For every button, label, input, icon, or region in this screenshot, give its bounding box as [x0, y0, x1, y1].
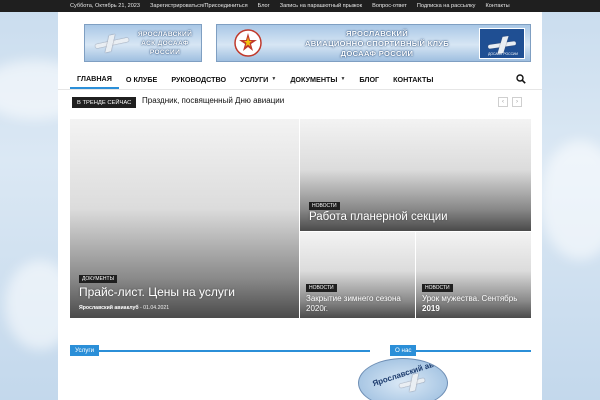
about-club-logo: Ярославский авиа	[358, 358, 448, 400]
featured-post-bottom-left[interactable]: НОВОСТИ Закрытие зимнего сезона 2020г.	[300, 232, 415, 318]
category-badge[interactable]: НОВОСТИ	[306, 284, 337, 292]
topbar-link-register[interactable]: Зарегистрироваться/Присоединиться	[150, 3, 248, 9]
nav-item-leadership[interactable]: РУКОВОДСТВО	[164, 69, 233, 89]
trending-headline[interactable]: Праздник, посвященный Дню авиации	[142, 96, 284, 105]
search-icon[interactable]	[516, 74, 526, 84]
section-title: О нас	[390, 345, 417, 356]
current-date: Суббота, Октябрь 21, 2023	[70, 3, 141, 9]
topbar-link-subscribe[interactable]: Подписка на рассылку	[417, 3, 476, 9]
nav-label: КОНТАКТЫ	[393, 74, 434, 84]
nav-divider	[58, 89, 542, 90]
nav-label: О КЛУБЕ	[125, 74, 158, 84]
nav-label: ДОКУМЕНТЫ	[290, 74, 338, 84]
featured-post-main[interactable]: ДОКУМЕНТЫ Прайс-лист. Цены на услуги Яро…	[70, 119, 299, 318]
nav-item-about[interactable]: О КЛУБЕ	[119, 69, 164, 89]
banner-left-line3: РОССИИ	[149, 49, 181, 56]
club-emblem-text: ДОСААФ РОССИИ	[488, 52, 518, 56]
logo-banner-left[interactable]: ЯРОСЛАВСКИЙ АСК ДОСААФ РОССИИ	[84, 24, 202, 62]
dosaaf-emblem-icon	[234, 29, 262, 57]
category-badge[interactable]: НОВОСТИ	[309, 202, 340, 210]
post-title[interactable]: Урок мужества. Сентябрь 2019	[422, 294, 517, 314]
banner-right-line1: ЯРОСЛАВСКИЙ	[346, 29, 408, 38]
chevron-down-icon: ▼	[340, 76, 346, 82]
banner-left-line2: АСК ДОСААФ	[141, 40, 189, 47]
section-header-about: О нас	[390, 339, 531, 356]
main-nav: ГЛАВНАЯ О КЛУБЕ РУКОВОДСТВО УСЛУГИ ▼ ДОКУ…	[70, 69, 532, 89]
post-title[interactable]: Прайс-лист. Цены на услуги	[79, 285, 235, 299]
nav-label: БЛОГ	[359, 74, 380, 84]
nav-label: ГЛАВНАЯ	[77, 73, 112, 83]
post-title[interactable]: Закрытие зимнего сезона 2020г.	[306, 294, 401, 314]
page-container: ЯРОСЛАВСКИЙ АСК ДОСААФ РОССИИ ЯРОСЛАВСКИ…	[58, 12, 542, 400]
category-badge[interactable]: НОВОСТИ	[422, 284, 453, 292]
post-date: 01.04.2021	[143, 305, 170, 311]
trending-next-button[interactable]: ›	[512, 97, 522, 107]
top-bar: Суббота, Октябрь 21, 2023 Зарегистрирова…	[0, 0, 600, 12]
nav-label: РУКОВОДСТВО	[171, 74, 227, 84]
airplane-icon	[398, 377, 426, 389]
section-title: Услуги	[70, 345, 100, 356]
banner-right-line2: АВИАЦИОННО-СПОРТИВНЫЙ КЛУБ	[304, 39, 450, 48]
nav-item-contacts[interactable]: КОНТАКТЫ	[386, 69, 440, 89]
nav-item-blog[interactable]: БЛОГ	[352, 69, 386, 89]
topbar-link-faq[interactable]: Вопрос-ответ	[372, 3, 407, 9]
club-emblem: ДОСААФ РОССИИ	[479, 28, 525, 59]
airplane-icon	[487, 41, 517, 49]
logo-banner-right[interactable]: ЯРОСЛАВСКИЙ АВИАЦИОННО-СПОРТИВНЫЙ КЛУБ Д…	[216, 24, 531, 62]
post-author[interactable]: Ярославский авиаклуб	[79, 305, 139, 311]
trending-label: В ТРЕНДЕ СЕЙЧАС	[72, 97, 137, 108]
featured-post-bottom-right[interactable]: НОВОСТИ Урок мужества. Сентябрь 2019	[416, 232, 531, 318]
nav-item-documents[interactable]: ДОКУМЕНТЫ ▼	[283, 69, 352, 89]
post-title-line2: 2019	[422, 304, 440, 313]
banner-left-line1: ЯРОСЛАВСКИЙ	[137, 31, 193, 38]
topbar-link-contacts[interactable]: Контакты	[485, 3, 509, 9]
section-header-services: Услуги	[70, 339, 370, 356]
post-title[interactable]: Работа планерной секции	[309, 211, 448, 223]
nav-item-home[interactable]: ГЛАВНАЯ	[70, 69, 119, 89]
banner-right-line3: ДОСААФ РОССИИ	[340, 49, 414, 58]
airplane-icon	[94, 37, 130, 49]
trending-prev-button[interactable]: ‹	[498, 97, 508, 107]
category-badge[interactable]: ДОКУМЕНТЫ	[79, 275, 118, 283]
topbar-link-blog[interactable]: Блог	[258, 3, 270, 9]
background-cloud	[540, 140, 600, 260]
nav-item-services[interactable]: УСЛУГИ ▼	[233, 69, 283, 89]
topbar-link-parachute[interactable]: Запись на парашютный прыжок	[280, 3, 362, 9]
featured-post-top-right[interactable]: НОВОСТИ Работа планерной секции	[300, 119, 531, 231]
post-title-line1: Урок мужества. Сентябрь	[422, 294, 518, 303]
post-meta: Ярославский авиаклуб - 01.04.2021	[79, 305, 169, 311]
post-title-line2: 2020г.	[306, 304, 328, 313]
nav-label: УСЛУГИ	[240, 74, 269, 84]
post-title-line1: Закрытие зимнего сезона	[306, 294, 401, 303]
chevron-down-icon: ▼	[271, 76, 277, 82]
